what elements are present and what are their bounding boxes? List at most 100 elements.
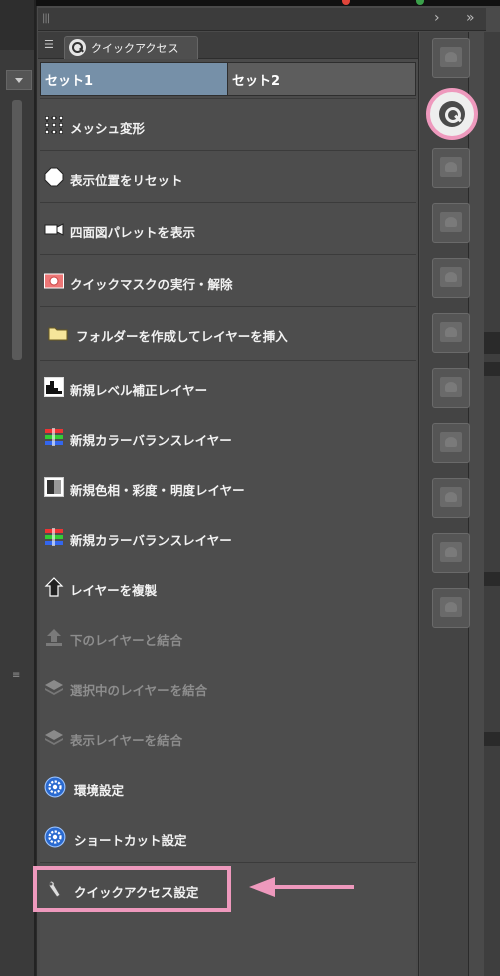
palette-tool-property-button[interactable] — [432, 38, 470, 78]
resize-grip-icon[interactable]: ≡ — [12, 670, 20, 681]
list-divider — [40, 306, 416, 307]
right-panel-edge — [484, 32, 500, 976]
list-item-merge-visible[interactable]: 表示レイヤーを結合 — [40, 722, 416, 752]
palette-icon-column — [420, 32, 478, 976]
folder-people-icon — [440, 597, 462, 617]
folder-icon — [48, 327, 68, 341]
list-item-label: 表示レイヤーを結合 — [70, 733, 183, 748]
palette-button-3[interactable] — [432, 148, 470, 188]
list-item-label: 新規カラーバランスレイヤー — [70, 533, 232, 548]
list-item-label: 選択中のレイヤーを結合 — [70, 683, 208, 698]
list-item-label: 新規カラーバランスレイヤー — [70, 433, 232, 448]
left-toolbar-strip: ≡ — [0, 0, 37, 976]
list-divider — [40, 202, 416, 203]
set-tab-1[interactable]: セット1 — [41, 63, 228, 95]
set-tabs: セット1 セット2 — [40, 62, 416, 96]
gear-icon — [44, 776, 66, 798]
list-divider — [40, 150, 416, 151]
quick-access-icon — [439, 101, 465, 127]
gear-icon — [44, 826, 66, 848]
palette-button-5[interactable] — [432, 258, 470, 298]
quick-access-panel: ☰ クイックアクセス セット1 セット2 メッシュ変形 表示位置をリセット 四面… — [38, 32, 419, 976]
tab-quick-access[interactable]: クイックアクセス — [64, 36, 198, 59]
list-item-merge-selected[interactable]: 選択中のレイヤーを結合 — [40, 672, 416, 702]
palette-button-10[interactable] — [432, 533, 470, 573]
mesh-transform-icon — [45, 116, 63, 134]
color-balance-icon — [45, 428, 63, 446]
chevron-right-icon[interactable]: › — [434, 10, 440, 26]
duplicate-layer-icon — [44, 577, 64, 597]
set-tab-2-label: セット2 — [232, 74, 281, 89]
list-item-reset-view[interactable]: 表示位置をリセット — [40, 162, 416, 192]
palette-button-11[interactable] — [432, 588, 470, 628]
effect-icon — [440, 542, 462, 562]
list-item-quick-mask[interactable]: クイックマスクの実行・解除 — [40, 266, 416, 296]
folder-search-icon — [440, 322, 462, 342]
merge-selected-icon — [45, 680, 63, 695]
levels-layer-icon — [44, 377, 64, 397]
annotation-highlight-box — [33, 866, 231, 912]
quick-mask-icon — [44, 273, 64, 289]
list-item-label: レイヤーを複製 — [70, 583, 158, 598]
quick-access-list: メッシュ変形 表示位置をリセット 四面図パレットを表示 クイックマスクの実行・解… — [40, 98, 416, 976]
material-x-icon — [440, 267, 462, 287]
set-tab-1-label: セット1 — [45, 74, 94, 89]
list-item-label: フォルダーを作成してレイヤーを挿入 — [76, 329, 288, 344]
list-item-label: 下のレイヤーと結合 — [70, 633, 183, 648]
annotation-arrow-shaft — [272, 885, 354, 889]
list-item-label: 新規レベル補正レイヤー — [70, 383, 208, 398]
left-scrollbar[interactable] — [12, 100, 22, 360]
merge-down-icon — [46, 629, 62, 646]
reset-view-icon — [44, 167, 64, 187]
list-item-label: 四面図パレットを表示 — [70, 225, 196, 240]
folder-people-icon — [440, 212, 462, 232]
list-divider — [40, 862, 416, 863]
list-item-label: 新規色相・彩度・明度レイヤー — [70, 483, 245, 498]
red-indicator-icon — [342, 0, 350, 5]
list-item-shortcut-settings[interactable]: ショートカット設定 — [40, 822, 416, 852]
palette-button-8[interactable] — [432, 423, 470, 463]
left-dropdown-button[interactable] — [6, 70, 32, 90]
quick-access-icon — [69, 39, 86, 56]
edge-block — [484, 362, 500, 376]
set-tab-2[interactable]: セット2 — [228, 63, 415, 95]
image-icon — [440, 487, 462, 507]
panel-dock-header: ||| › » — [38, 8, 486, 31]
panel-tab-row: ☰ クイックアクセス — [38, 32, 418, 59]
camera-icon — [44, 223, 64, 236]
edge-block — [484, 732, 500, 746]
list-item-new-levels-layer[interactable]: 新規レベル補正レイヤー — [40, 372, 416, 402]
merge-visible-icon — [45, 730, 63, 745]
tab-label: クイックアクセス — [91, 42, 179, 55]
palette-button-7[interactable] — [432, 368, 470, 408]
material-icon — [440, 157, 462, 177]
list-item-new-color-balance-layer-2[interactable]: 新規カラーバランスレイヤー — [40, 522, 416, 552]
left-divider — [34, 0, 36, 976]
list-item-preferences[interactable]: 環境設定 — [40, 772, 416, 802]
list-item-show-quad-view[interactable]: 四面図パレットを表示 — [40, 214, 416, 244]
list-item-label: 環境設定 — [74, 783, 125, 798]
list-item-duplicate-layer[interactable]: レイヤーを複製 — [40, 572, 416, 602]
edge-block — [484, 572, 500, 586]
left-strip-header — [0, 0, 36, 50]
speech-bubble-icon — [440, 432, 462, 452]
palette-button-4[interactable] — [432, 203, 470, 243]
list-item-merge-down[interactable]: 下のレイヤーと結合 — [40, 622, 416, 652]
list-item-folder-insert-layer[interactable]: フォルダーを作成してレイヤーを挿入 — [40, 318, 416, 348]
list-item-label: クイックマスクの実行・解除 — [70, 277, 233, 292]
quick-access-palette-button[interactable] — [426, 88, 478, 140]
palette-button-9[interactable] — [432, 478, 470, 518]
annotation-arrow-icon — [249, 877, 275, 897]
figure-icon — [440, 47, 462, 67]
list-item-new-hue-saturation-layer[interactable]: 新規色相・彩度・明度レイヤー — [40, 472, 416, 502]
double-chevron-right-icon[interactable]: » — [466, 10, 475, 26]
list-item-label: メッシュ変形 — [70, 121, 146, 136]
color-balance-icon — [45, 528, 63, 546]
list-item-new-color-balance-layer[interactable]: 新規カラーバランスレイヤー — [40, 422, 416, 452]
palette-button-6[interactable] — [432, 313, 470, 353]
frame-icon — [440, 377, 462, 397]
list-item-mesh-transform[interactable]: メッシュ変形 — [40, 110, 416, 140]
drag-grip-icon[interactable]: ||| — [42, 13, 50, 24]
panel-menu-icon[interactable]: ☰ — [44, 38, 60, 52]
hue-saturation-icon — [44, 477, 64, 497]
